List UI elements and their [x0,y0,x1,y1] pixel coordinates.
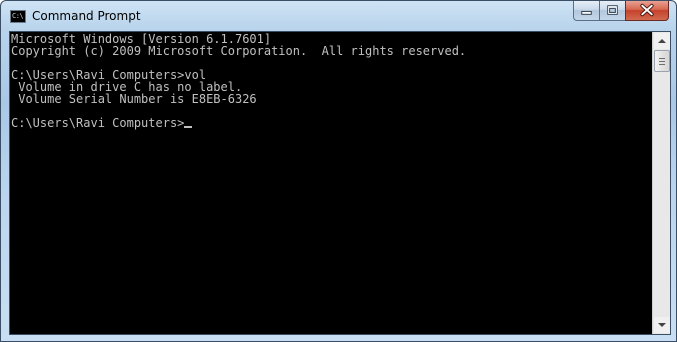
console-line: Volume Serial Number is E8EB-6326 [11,92,257,106]
cmd-icon[interactable]: C:\ [10,10,26,23]
grip-line [659,58,665,59]
caption-buttons [573,1,669,21]
close-button[interactable] [625,1,669,21]
arrow-up-icon [658,39,666,43]
console-client-area: Microsoft Windows [Version 6.1.7601] Cop… [9,31,671,335]
command-prompt-window: C:\ Command Prompt Microsoft Windows [Ve… [0,0,677,342]
window-title: Command Prompt [32,9,141,23]
console-line: Copyright (c) 2009 Microsoft Corporation… [11,44,467,58]
text-cursor [184,126,193,128]
arrow-down-icon [658,323,666,327]
scroll-thumb[interactable] [654,50,670,72]
console-prompt-line[interactable]: C:\Users\Ravi Computers> [11,117,652,129]
cmd-icon-glyph: C:\ [12,12,24,20]
console-output[interactable]: Microsoft Windows [Version 6.1.7601] Cop… [10,32,652,334]
maximize-icon [607,5,618,15]
vertical-scrollbar[interactable] [652,32,670,334]
title-bar[interactable]: C:\ Command Prompt [1,1,676,31]
grip-line [659,61,665,62]
close-icon [640,3,654,17]
scroll-down-button[interactable] [654,317,670,333]
minimize-button[interactable] [573,1,599,21]
scroll-up-button[interactable] [654,33,670,49]
grip-line [659,64,665,65]
console-prompt: C:\Users\Ravi Computers> [11,116,185,130]
maximize-button[interactable] [599,1,625,21]
minimize-icon [581,10,592,15]
